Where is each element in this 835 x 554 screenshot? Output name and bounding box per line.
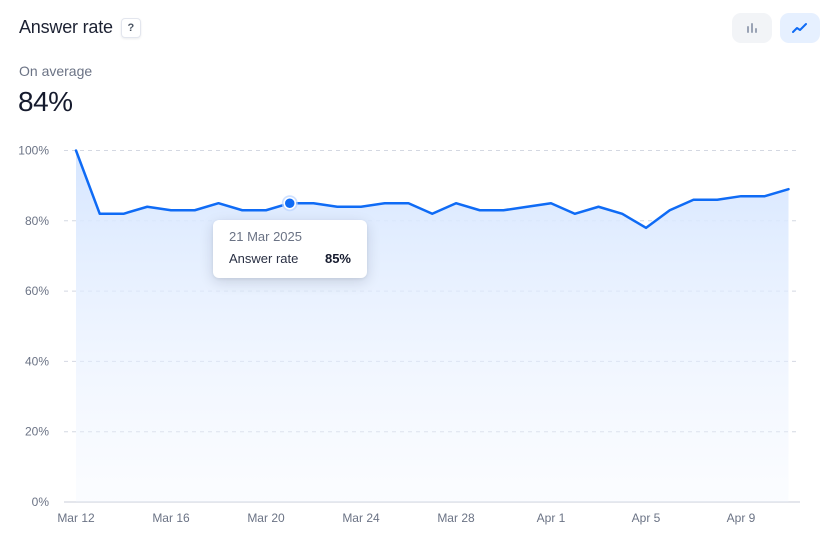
x-tick-label: Apr 1 (537, 511, 566, 525)
chart-tooltip: 21 Mar 2025 Answer rate 85% (213, 220, 367, 278)
x-tick-label: Mar 20 (247, 511, 285, 525)
x-tick-label: Mar 16 (152, 511, 190, 525)
y-tick-label: 60% (25, 284, 49, 298)
answer-rate-chart: 0% 20% 40% 60% 80% 100% Mar 12 Mar 16 Mar 20 Mar… (18, 144, 800, 525)
y-tick-label: 80% (25, 214, 49, 228)
series-area (76, 150, 789, 502)
x-tick-label: Mar 24 (342, 511, 380, 525)
x-tick-label: Apr 9 (727, 511, 756, 525)
y-tick-label: 100% (18, 144, 49, 158)
tooltip-series-label: Answer rate (229, 251, 299, 266)
highlight-point[interactable] (283, 196, 296, 210)
x-tick-label: Mar 12 (57, 511, 95, 525)
x-tick-label: Apr 5 (632, 511, 661, 525)
y-tick-label: 40% (25, 354, 49, 368)
y-tick-label: 20% (25, 425, 49, 439)
x-tick-label: Mar 28 (437, 511, 475, 525)
tooltip-row: Answer rate 85% (229, 251, 351, 266)
y-tick-label: 0% (32, 495, 50, 509)
tooltip-value: 85% (324, 251, 351, 266)
tooltip-date: 21 Mar 2025 (229, 229, 302, 244)
